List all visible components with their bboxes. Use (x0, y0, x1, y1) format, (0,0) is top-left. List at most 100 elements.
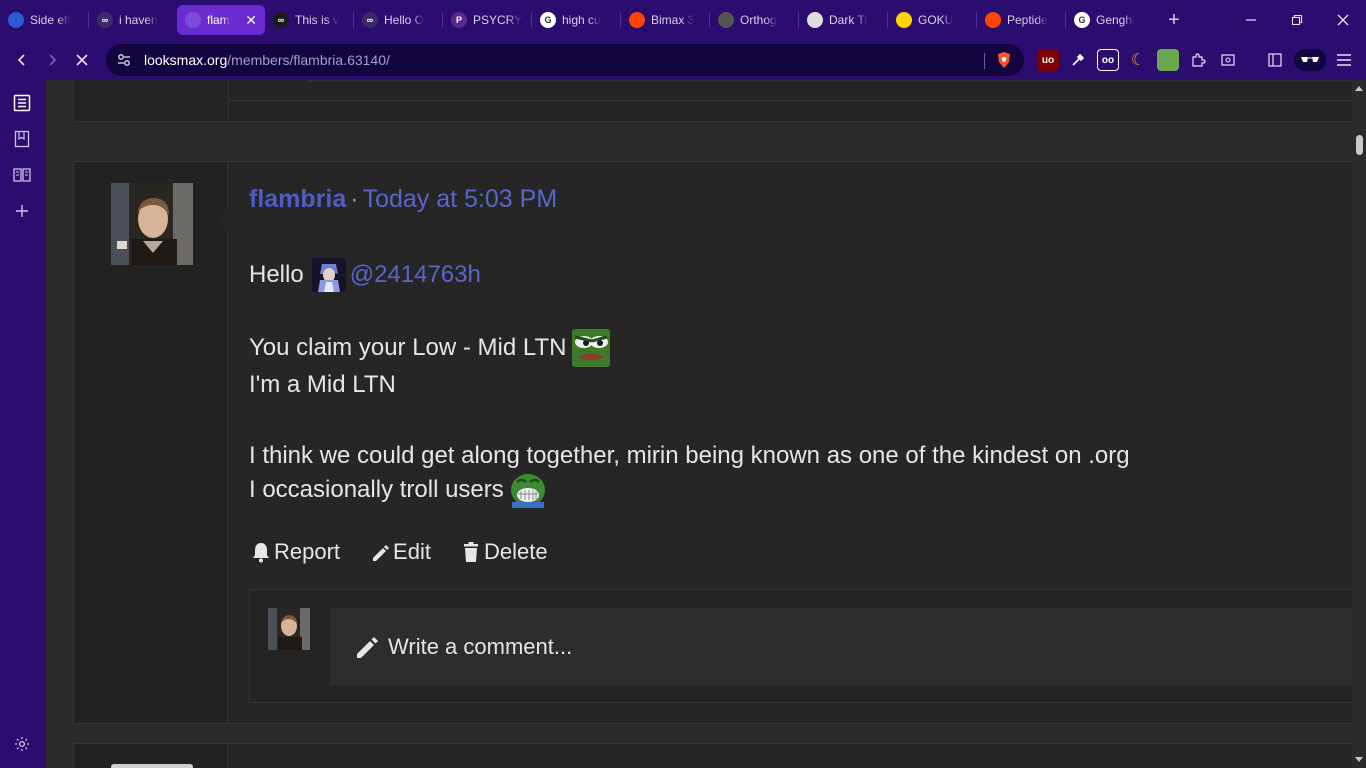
trash-icon (461, 541, 481, 563)
edit-button[interactable]: Edit (370, 539, 431, 565)
minimize-button[interactable] (1228, 0, 1274, 40)
reader-glasses-icon[interactable]: oo (1097, 49, 1119, 71)
scrollbar-thumb[interactable] (1356, 135, 1363, 155)
tab-title: Hello O (384, 13, 425, 27)
browser-tab[interactable]: GOKU (888, 5, 976, 35)
profile-glasses-icon[interactable] (1294, 49, 1326, 71)
reader-mode-icon[interactable] (11, 164, 33, 186)
dark-reader-moon-icon[interactable]: ☾ (1127, 49, 1149, 71)
edit-label: Edit (393, 539, 431, 564)
meta-separator: · (350, 185, 359, 213)
page-content: flambria · Today at 5:03 PM Hello @2414763… (46, 80, 1352, 768)
pepe-extension-icon[interactable] (1157, 49, 1179, 71)
browser-tab[interactable]: Peptide (977, 5, 1065, 35)
tab-favicon-icon (185, 12, 201, 28)
mid-text: I'm a Mid LTN (249, 371, 396, 398)
tab-title: Bimax 3 (651, 13, 695, 27)
brave-shields-icon[interactable] (995, 51, 1013, 69)
url-host: looksmax.org (144, 52, 228, 68)
url-text[interactable]: looksmax.org/members/flambria.63140/ (144, 52, 390, 68)
speech-arrow (216, 208, 228, 232)
site-settings-icon[interactable] (110, 46, 138, 74)
sidebar-settings-gear-icon[interactable] (11, 733, 33, 755)
browser-tab[interactable]: flam ✕ (177, 5, 265, 35)
forward-button[interactable] (37, 45, 67, 75)
scroll-up-arrow-icon[interactable] (1355, 86, 1363, 91)
browser-tab[interactable]: Orthog (710, 5, 798, 35)
ublock-origin-icon[interactable]: uo (1037, 49, 1059, 71)
tab-favicon-icon (896, 12, 912, 28)
browser-tab[interactable]: ∞ This is v (265, 5, 353, 35)
browser-tab[interactable]: ∞ Hello O (354, 5, 442, 35)
tab-title: Genghi (1096, 13, 1135, 27)
user-mention-link[interactable]: @2414763h (350, 261, 481, 289)
browser-tab[interactable]: Bimax 3 (621, 5, 709, 35)
tab-title: flam (207, 13, 230, 27)
minimize-icon (1246, 19, 1256, 21)
next-avatar-top (111, 764, 193, 768)
avatar[interactable] (111, 183, 193, 265)
report-button[interactable]: Report (251, 539, 340, 565)
address-bar[interactable]: looksmax.org/members/flambria.63140/ (106, 44, 1024, 76)
tab-search-icon[interactable] (1217, 49, 1239, 71)
tab-title: high cu (562, 13, 601, 27)
laughing-pepe-emoji-icon (509, 472, 546, 508)
page-scrollbar[interactable] (1352, 80, 1366, 768)
browser-tab[interactable]: P PSYCRY (443, 5, 531, 35)
eyedropper-icon[interactable] (1067, 49, 1089, 71)
browser-tab[interactable]: Ghigh cu (532, 5, 620, 35)
tab-title: Orthog (740, 13, 777, 27)
tab-favicon-icon: ∞ (97, 12, 113, 28)
restore-button[interactable] (1274, 0, 1320, 40)
reading-list-icon[interactable] (11, 92, 33, 114)
arrow-left-icon (17, 54, 25, 66)
browser-tab[interactable]: Dark Tr (799, 5, 887, 35)
tab-title: Dark Tr (829, 13, 869, 27)
hello-text: Hello (249, 261, 304, 288)
extensions-puzzle-icon[interactable] (1187, 49, 1209, 71)
avatar (268, 608, 310, 650)
next-avatar-column (74, 744, 228, 768)
close-icon (76, 54, 88, 66)
tab-favicon-icon: ∞ (362, 12, 378, 28)
tab-favicon-icon (718, 12, 734, 28)
write-comment-input[interactable]: Write a comment... (330, 608, 1352, 685)
author-link[interactable]: flambria (249, 185, 346, 213)
bookmarks-icon[interactable] (11, 128, 33, 150)
mention-avatar (311, 258, 346, 292)
post-avatar-column (74, 162, 228, 723)
browser-tab[interactable]: G Genghi (1066, 5, 1154, 35)
tab-close-icon[interactable]: ✕ (245, 12, 257, 29)
post-header: flambria · Today at 5:03 PM (249, 185, 557, 214)
tab-favicon-icon: P (451, 12, 467, 28)
troll-text: I occasionally troll users (249, 476, 504, 503)
tab-favicon-icon (629, 12, 645, 28)
post-timestamp[interactable]: Today at 5:03 PM (363, 185, 558, 213)
previous-comment-area (228, 80, 1352, 101)
browser-tab[interactable]: Side eff (0, 5, 88, 35)
add-sidebar-item-icon[interactable] (11, 200, 33, 222)
comment-section: Write a comment... (249, 589, 1352, 703)
profile-post: flambria · Today at 5:03 PM Hello @2414763… (73, 161, 1352, 724)
post-line-claim: You claim your Low - Mid LTN (249, 329, 611, 367)
scroll-down-arrow-icon[interactable] (1355, 757, 1363, 762)
back-button[interactable] (7, 45, 37, 75)
previous-comment-bubble (308, 80, 1352, 82)
tab-title: Side eff (30, 13, 71, 27)
post-line-mid: I'm a Mid LTN (249, 371, 396, 399)
tab-title: PSYCRY (473, 13, 523, 27)
url-path: /members/flambria.63140/ (227, 52, 390, 68)
delete-button[interactable]: Delete (461, 539, 548, 565)
post-line-think: I think we could get along together, mir… (249, 442, 1130, 470)
pepe-emoji-icon (572, 329, 611, 367)
tab-strip: Side eff ∞ i haven flam ✕ ∞ This is v ∞ Hello O P… (0, 0, 1366, 40)
tab-favicon-icon (8, 12, 24, 28)
close-window-button[interactable] (1320, 0, 1366, 40)
post-actions: Report Edit Delete (251, 539, 578, 565)
browser-tab[interactable]: ∞ i haven (89, 5, 177, 35)
sidebar-toggle-icon[interactable] (1264, 49, 1286, 71)
post-line-troll: I occasionally troll users (249, 472, 546, 508)
stop-loading-button[interactable] (67, 45, 97, 75)
new-tab-plus-icon[interactable]: + (1158, 5, 1190, 35)
menu-icon[interactable] (1333, 49, 1355, 71)
